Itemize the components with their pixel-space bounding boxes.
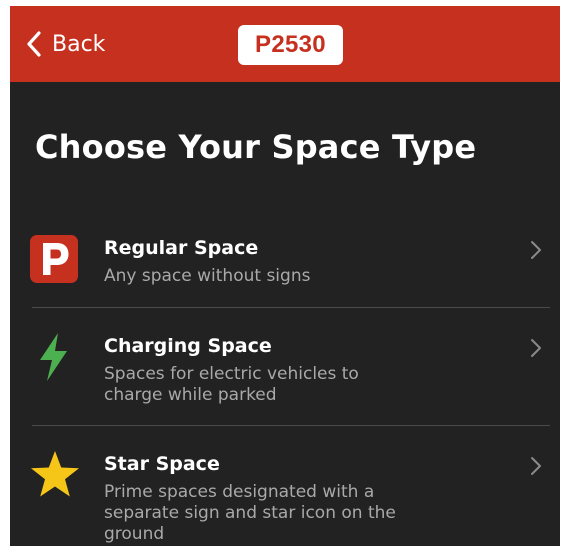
chevron-left-icon (26, 31, 42, 57)
page-title: Choose Your Space Type (35, 128, 477, 166)
option-description: Any space without signs (104, 266, 311, 286)
option-title: Star Space (104, 453, 220, 475)
option-description: Prime spaces designated with a separate … (104, 482, 396, 544)
option-title: Regular Space (104, 237, 259, 259)
divider (32, 307, 550, 308)
back-label: Back (52, 31, 106, 57)
app-screen: Back P2530 Choose Your Space Type Regula… (10, 6, 560, 546)
lightning-bolt-icon (36, 332, 72, 386)
option-charging-space[interactable]: Charging Space Spaces for electric vehic… (30, 330, 550, 426)
option-regular-space[interactable]: Regular Space Any space without signs (30, 232, 550, 306)
star-icon (30, 450, 80, 502)
chevron-right-icon (530, 456, 542, 480)
chevron-right-icon (530, 240, 542, 264)
parking-p-icon (30, 235, 78, 287)
option-title: Charging Space (104, 335, 272, 357)
back-button[interactable]: Back (26, 26, 105, 62)
top-nav-bar: Back P2530 (10, 6, 560, 82)
option-star-space[interactable]: Star Space Prime spaces designated with … (30, 448, 550, 546)
option-description: Spaces for electric vehicles to charge w… (104, 364, 359, 405)
divider (32, 425, 550, 426)
zone-badge: P2530 (238, 25, 343, 65)
chevron-right-icon (530, 338, 542, 362)
